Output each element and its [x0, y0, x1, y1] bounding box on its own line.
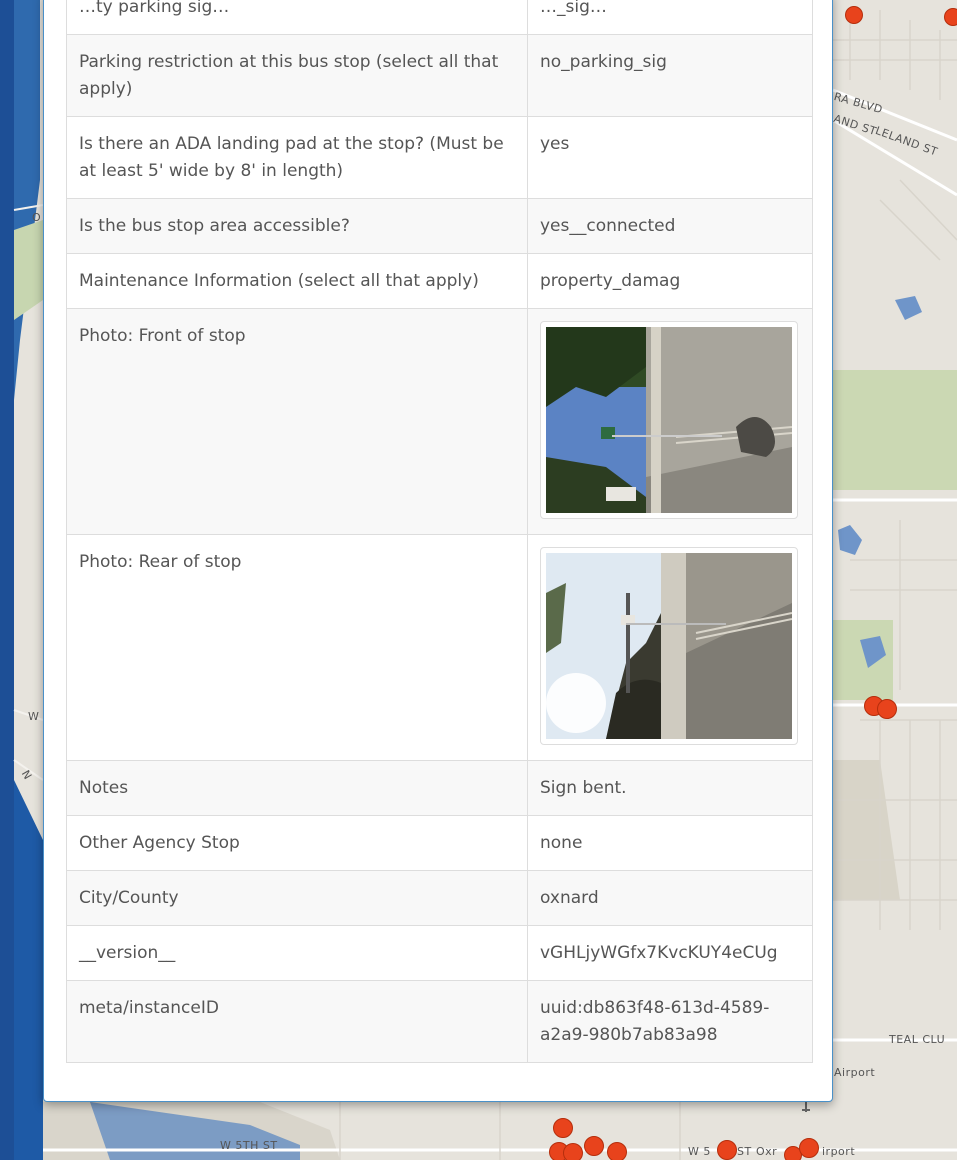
bus-stop-marker[interactable] [584, 1136, 604, 1156]
modal-body[interactable]: …ty parking sig… …_sig… Parking restrict… [66, 0, 813, 1063]
bus-stop-marker[interactable] [799, 1138, 819, 1158]
table-row: City/County oxnard [66, 870, 813, 926]
map-label-st: ST [737, 1145, 752, 1158]
table-row: meta/instanceID uuid:db863f48-613d-4589-… [66, 980, 813, 1063]
bus-stop-marker[interactable] [845, 6, 863, 24]
submission-table: …ty parking sig… …_sig… Parking restrict… [66, 0, 813, 1063]
bus-stop-marker[interactable] [553, 1118, 573, 1138]
field-name: Photo: Front of stop [66, 308, 528, 535]
table-row: Is the bus stop area accessible? yes__co… [66, 198, 813, 254]
field-name: Notes [66, 760, 528, 816]
field-name: Is there an ADA landing pad at the stop?… [66, 116, 528, 199]
field-name: Other Agency Stop [66, 815, 528, 871]
map-label-airport: Airport [834, 1066, 876, 1079]
field-name: meta/instanceID [66, 980, 528, 1063]
field-name: …ty parking sig… [66, 0, 528, 35]
table-row: Photo: Rear of stop [66, 534, 813, 761]
map-label-w5: W 5 [688, 1145, 711, 1158]
map-label-w-5th-st: W 5TH ST [220, 1139, 278, 1152]
field-name: City/County [66, 870, 528, 926]
map-label-irport: irport [822, 1145, 856, 1158]
field-value: yes [527, 116, 813, 199]
bus-stop-marker[interactable] [563, 1143, 583, 1160]
rear-of-stop-photo-link[interactable] [540, 547, 798, 745]
submission-detail-modal: …ty parking sig… …_sig… Parking restrict… [43, 0, 833, 1102]
field-name: __version__ [66, 925, 528, 981]
front-of-stop-photo-link[interactable] [540, 321, 798, 519]
rear-of-stop-photo [546, 553, 792, 739]
front-of-stop-photo [546, 327, 792, 513]
field-name: Parking restriction at this bus stop (se… [66, 34, 528, 117]
field-value: …_sig… [527, 0, 813, 35]
table-row: __version__ vGHLjyWGfx7KvcKUY4eCUg [66, 925, 813, 981]
field-value: none [527, 815, 813, 871]
field-value: uuid:db863f48-613d-4589-a2a9-980b7ab83a9… [527, 980, 813, 1063]
bus-stop-marker[interactable] [607, 1142, 627, 1160]
field-value: property_damag [527, 253, 813, 309]
field-value: oxnard [527, 870, 813, 926]
table-row: Photo: Front of stop [66, 308, 813, 535]
field-value: vGHLjyWGfx7KvcKUY4eCUg [527, 925, 813, 981]
field-value [527, 534, 813, 761]
bus-stop-marker[interactable] [717, 1140, 737, 1160]
table-row: Parking restriction at this bus stop (se… [66, 34, 813, 117]
bus-stop-marker[interactable] [944, 8, 957, 26]
map-label-w: W [28, 710, 40, 723]
map-label-teal-club: TEAL CLU [889, 1033, 946, 1046]
table-row: …ty parking sig… …_sig… [66, 0, 813, 35]
map-label-o: O [32, 211, 42, 224]
field-value: Sign bent. [527, 760, 813, 816]
table-row: Maintenance Information (select all that… [66, 253, 813, 309]
field-name: Is the bus stop area accessible? [66, 198, 528, 254]
field-value: no_parking_sig [527, 34, 813, 117]
table-row: Is there an ADA landing pad at the stop?… [66, 116, 813, 199]
map-label-oxr: Oxr [756, 1145, 778, 1158]
field-name: Maintenance Information (select all that… [66, 253, 528, 309]
field-value: yes__connected [527, 198, 813, 254]
field-value [527, 308, 813, 535]
table-row: Other Agency Stop none [66, 815, 813, 871]
field-name: Photo: Rear of stop [66, 534, 528, 761]
table-row: Notes Sign bent. [66, 760, 813, 816]
bus-stop-marker[interactable] [877, 699, 897, 719]
